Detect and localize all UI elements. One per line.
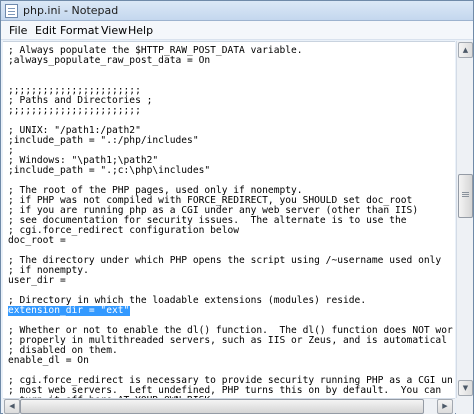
horizontal-scroll-thumb[interactable] [20,399,424,414]
scroll-up-button[interactable]: ▲ [458,42,473,58]
title-bar[interactable]: php.ini - Notepad [1,1,473,21]
scroll-down-button[interactable]: ▼ [458,380,473,396]
arrow-left-icon: ◀ [9,402,15,410]
notepad-window: php.ini - Notepad File Edit Format View … [0,0,474,414]
arrow-up-icon: ▲ [462,46,469,54]
scroll-left-button[interactable]: ◀ [4,399,20,414]
vertical-scroll-thumb[interactable] [458,174,473,218]
text-line: user_dir = [8,275,66,286]
notepad-app-icon [5,4,18,18]
text-line: ;always_populate_raw_post_data = On [8,55,211,66]
text-editor-area[interactable]: ; Always populate the $HTTP_RAW_POST_DAT… [3,41,455,398]
arrow-right-icon: ▶ [442,402,448,410]
menu-file[interactable]: File [7,23,29,38]
arrow-down-icon: ▼ [462,384,469,392]
menu-bar: File Edit Format View Help [1,21,473,40]
menu-format[interactable]: Format [58,23,101,38]
menu-help[interactable]: Help [126,23,155,38]
menu-edit[interactable]: Edit [33,23,58,38]
text-line: doc_root = [8,235,66,246]
scroll-right-button[interactable]: ▶ [437,399,453,414]
text-line: ;include_path = ".:/php/includes" [8,135,199,146]
scrollbar-corner [456,398,473,414]
menu-view[interactable]: View [99,23,129,38]
vertical-scrollbar[interactable]: ▲ ▼ [456,41,473,398]
text-line: enable_dl = On [8,355,89,366]
window-title: php.ini - Notepad [23,4,119,17]
text-line: ;;;;;;;;;;;;;;;;;;;;;;; [8,105,141,116]
selected-text-line: extension_dir = "ext" [8,305,131,316]
horizontal-scrollbar[interactable]: ◀ ▶ [3,398,455,414]
text-line: ;include_path = ".;c:\php\includes" [8,165,211,176]
